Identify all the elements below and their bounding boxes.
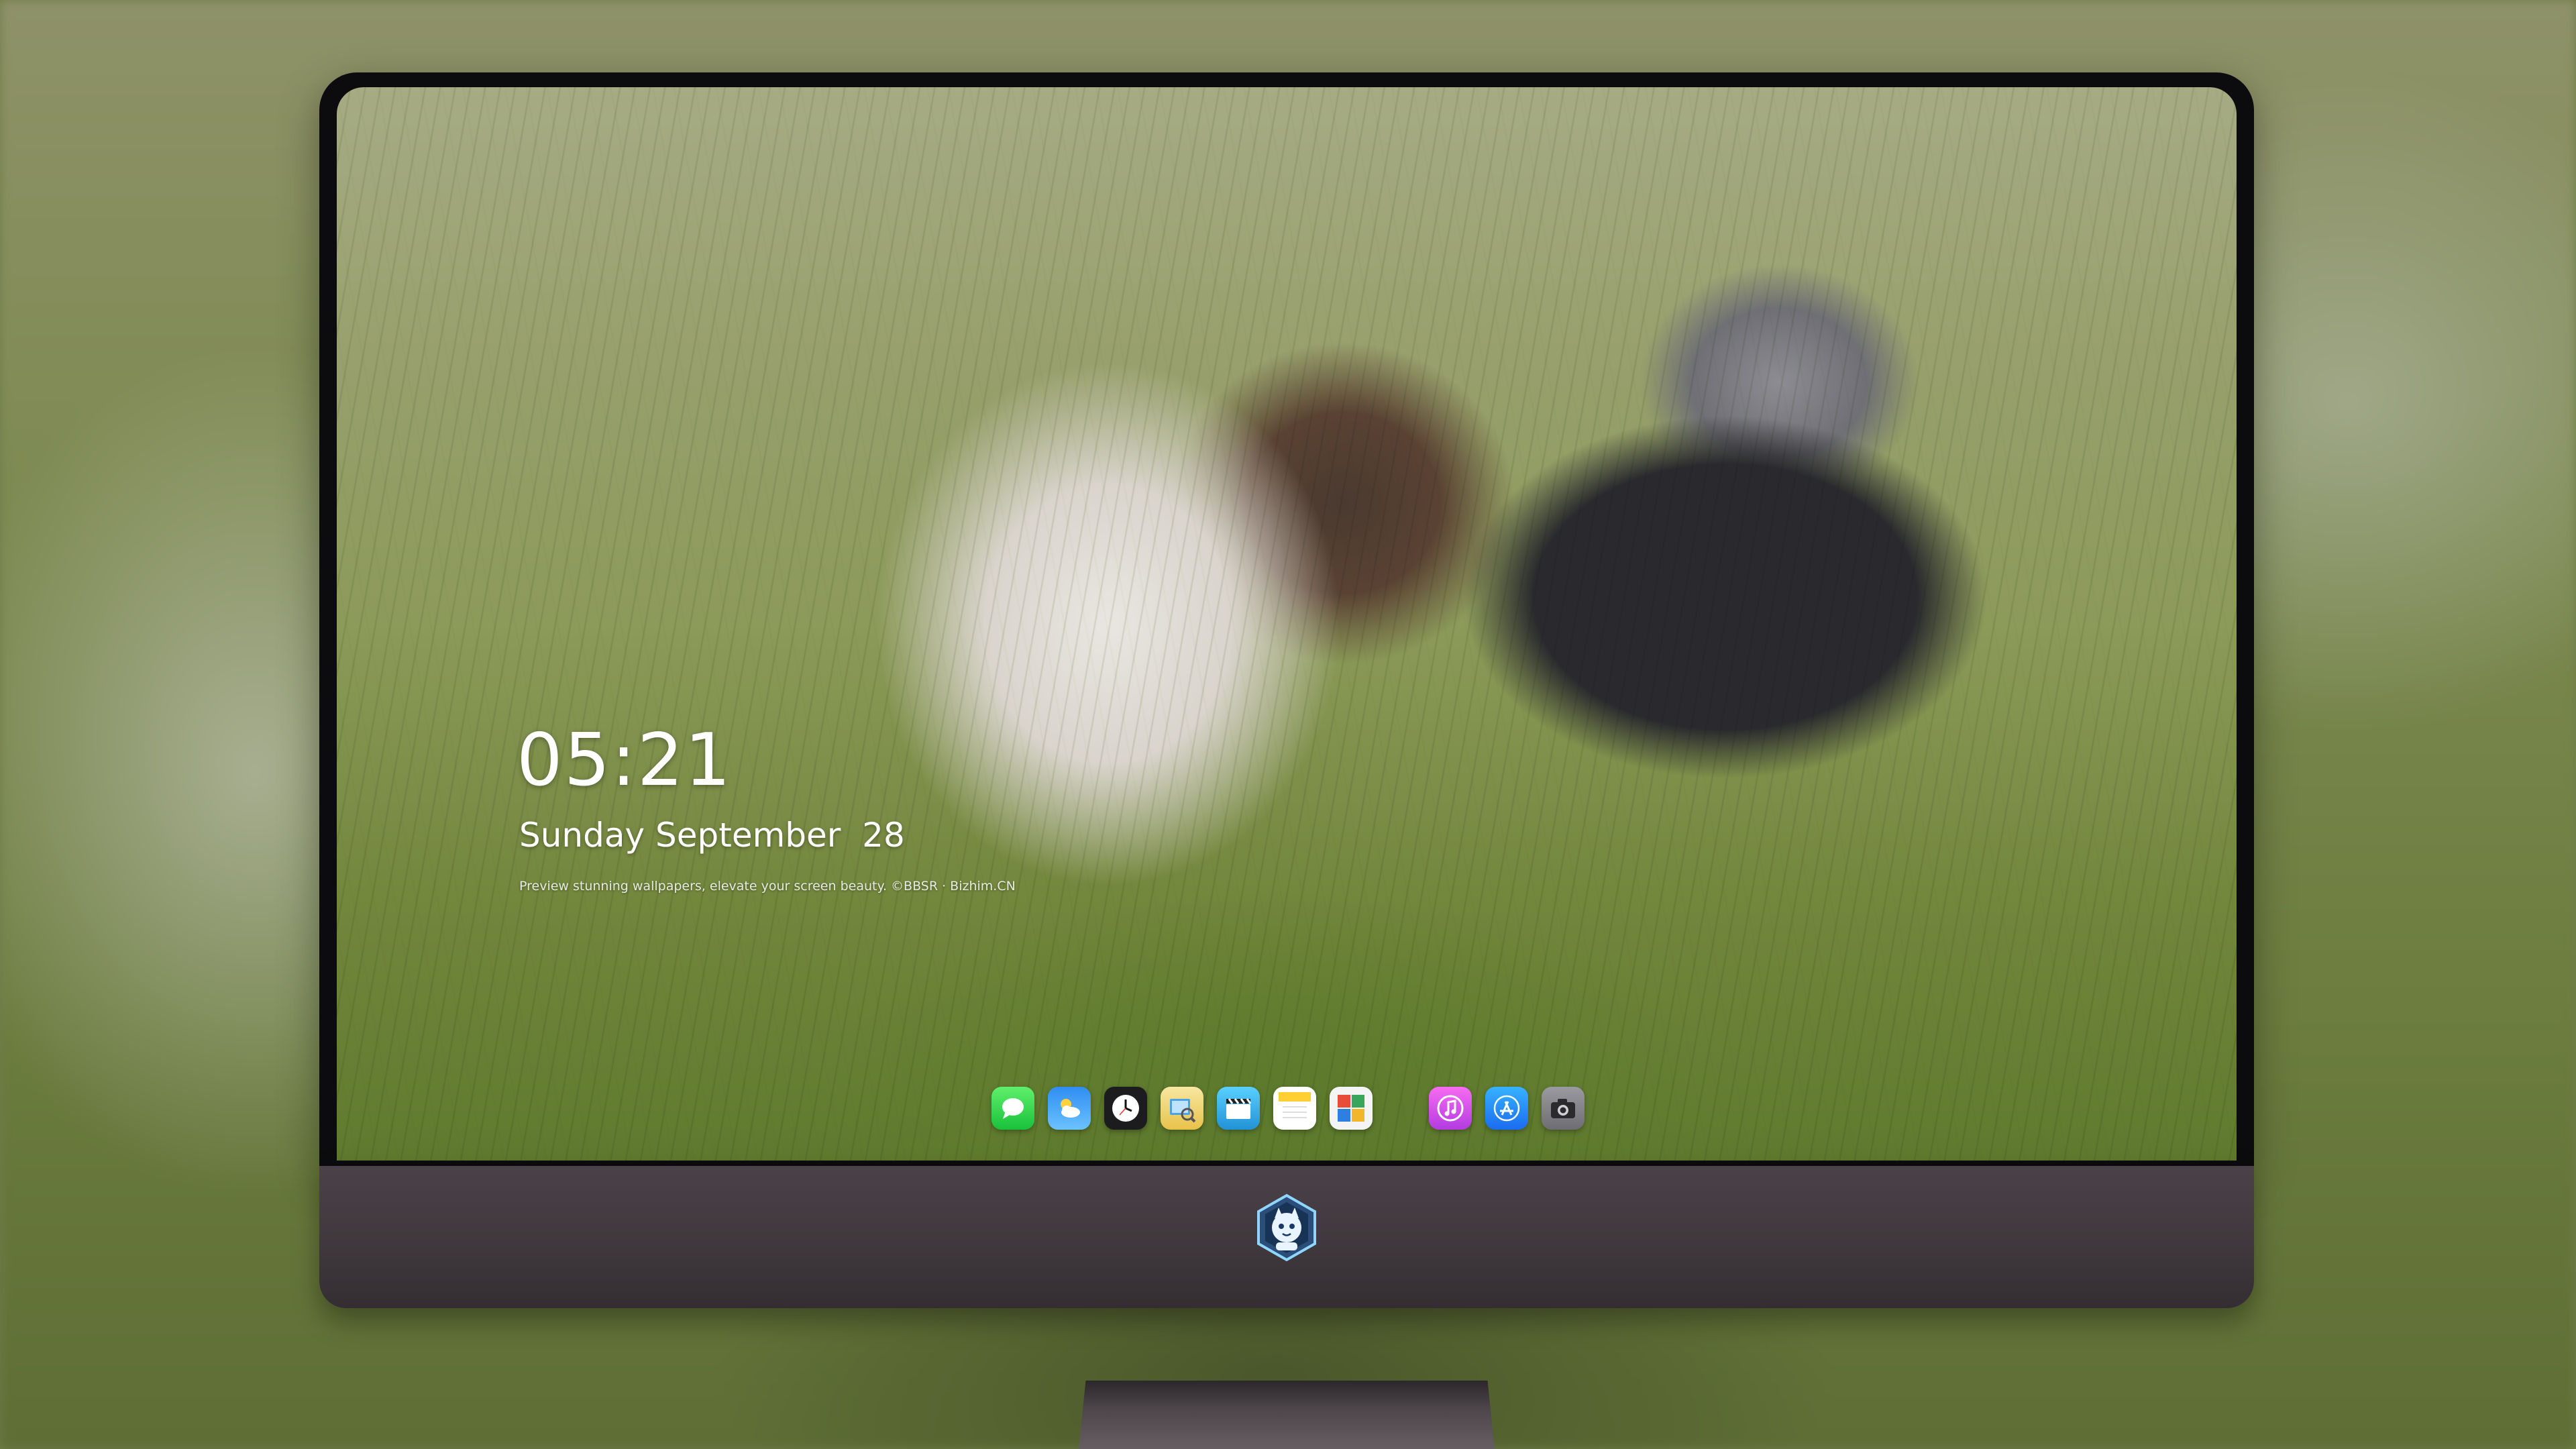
clapperboard-icon[interactable] <box>1217 1087 1260 1130</box>
preview-icon[interactable] <box>1161 1087 1203 1130</box>
dock-separator <box>1386 1108 1415 1109</box>
monitor-stand-neck <box>1077 1381 1496 1449</box>
lockscreen-wallpaper: 05:21 Sunday September 28 Preview stunni… <box>337 87 2237 1161</box>
monitor-chin <box>319 1166 2254 1308</box>
music-icon[interactable] <box>1429 1087 1472 1130</box>
lockscreen-date: Sunday September 28 <box>519 816 905 855</box>
wallpaper-tagline: Preview stunning wallpapers, elevate you… <box>519 879 1016 894</box>
desktop-stage: 05:21 Sunday September 28 Preview stunni… <box>0 0 2576 1449</box>
app-store-icon[interactable] <box>1485 1087 1528 1130</box>
weather-icon[interactable] <box>1048 1087 1091 1130</box>
camera-icon[interactable] <box>1542 1087 1585 1130</box>
wallpaper-texture <box>337 87 2237 1161</box>
monitor: 05:21 Sunday September 28 Preview stunni… <box>319 72 2254 1449</box>
mascot-logo-icon <box>1252 1193 1322 1263</box>
messages-icon[interactable] <box>991 1087 1034 1130</box>
screen-bezel: 05:21 Sunday September 28 Preview stunni… <box>319 72 2254 1166</box>
photo-booth-icon[interactable] <box>1330 1087 1373 1130</box>
clock-icon[interactable] <box>1104 1087 1147 1130</box>
dock <box>979 1077 1597 1139</box>
notes-icon[interactable] <box>1273 1087 1316 1130</box>
lockscreen-time: 05:21 <box>517 718 733 802</box>
